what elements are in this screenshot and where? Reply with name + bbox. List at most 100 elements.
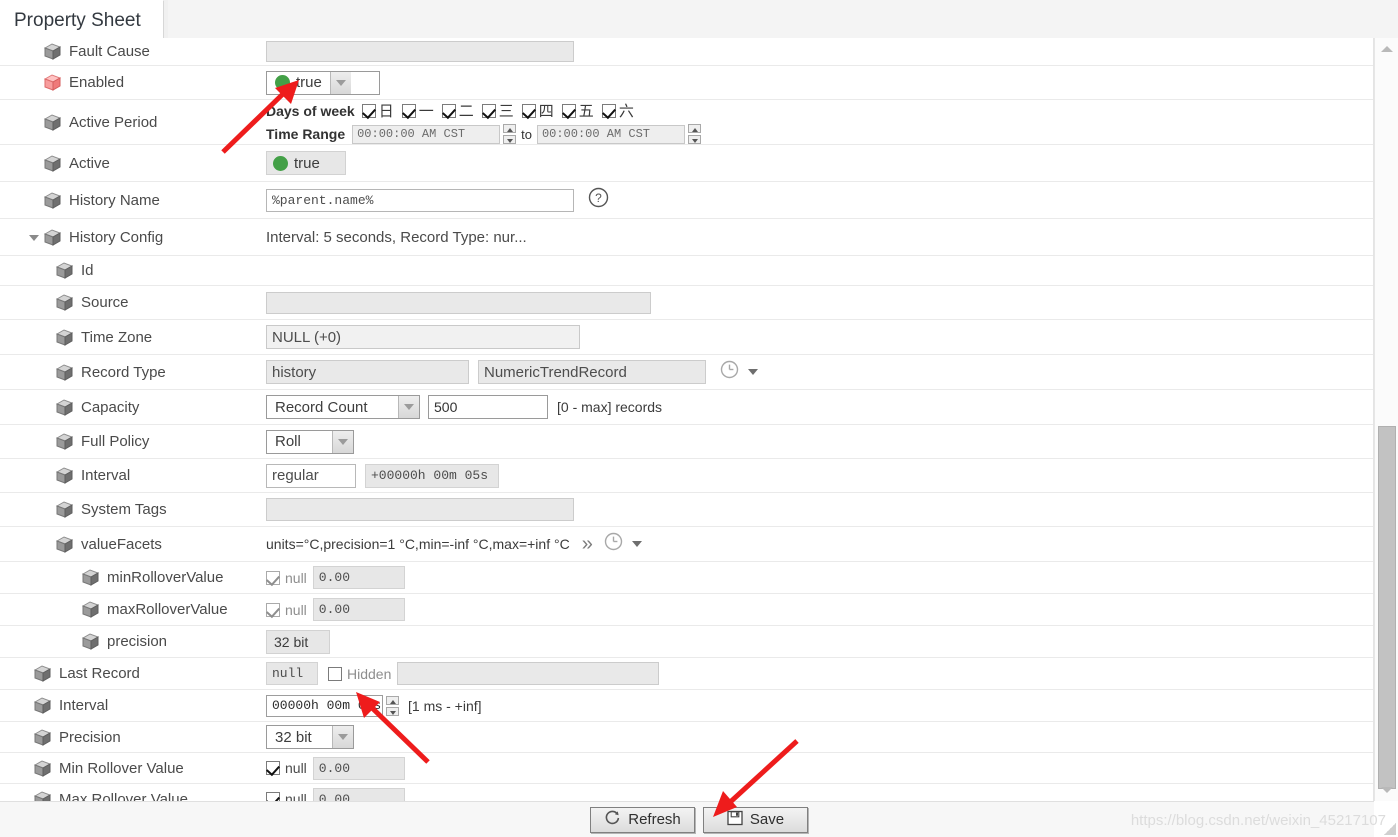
field-record-type-name[interactable]: NumericTrendRecord [478, 360, 706, 384]
label-interval-config: Interval [81, 467, 131, 484]
label-history-name: History Name [69, 191, 160, 209]
row-active: Active true [0, 145, 1373, 182]
property-cube-icon [82, 569, 99, 586]
field-active: true [266, 151, 346, 175]
property-cube-icon [56, 328, 73, 346]
field-min-rollover-text: 0.00 [318, 760, 351, 776]
day-label: 五 [578, 103, 594, 120]
day-checkbox-sun[interactable]: 日 [361, 100, 398, 121]
save-button[interactable]: Save [703, 806, 808, 833]
checkbox-icon[interactable] [481, 103, 496, 118]
checkbox-min-rollover-null[interactable] [266, 570, 280, 585]
combo-precision[interactable]: 32 bit [266, 725, 354, 749]
field-last-record-extra[interactable] [397, 662, 660, 685]
chevron-down-icon[interactable] [332, 726, 353, 748]
input-history-name[interactable]: %parent.name% [266, 188, 574, 212]
combo-capacity-mode-value: Record Count [275, 398, 368, 416]
row-max-rollover-value-config: maxRolloverValue null 0.00 [0, 594, 1373, 626]
tab-property-sheet[interactable]: Property Sheet [0, 0, 164, 40]
day-checkbox-fri[interactable]: 五 [561, 100, 598, 121]
input-capacity-count[interactable]: 500 [428, 395, 548, 419]
label-cell-full-policy: Full Policy [26, 433, 266, 450]
clock-icon[interactable] [720, 360, 739, 384]
question-circle-icon[interactable]: ? [588, 187, 609, 213]
label-active-period: Active Period [69, 113, 158, 131]
checkbox-icon[interactable] [361, 103, 376, 118]
scrollbar-thumb[interactable] [1378, 426, 1396, 789]
field-interval-mode[interactable]: regular [266, 463, 356, 488]
tab-strip: Property Sheet [0, 0, 1398, 40]
expander-collapse-icon[interactable] [26, 229, 42, 245]
field-fault-cause[interactable] [266, 41, 574, 62]
label-cell-max-rollover: Max Rollover Value [26, 791, 266, 801]
combo-full-policy[interactable]: Roll [266, 429, 354, 454]
day-checkbox-sat[interactable]: 六 [601, 100, 638, 121]
chevron-down-icon[interactable] [748, 369, 758, 375]
field-record-type-namespace[interactable]: history [266, 360, 469, 384]
day-label: 二 [458, 103, 474, 120]
combo-enabled[interactable]: true [266, 70, 380, 95]
time-range-to-stepper[interactable] [687, 124, 701, 144]
chevron-down-icon[interactable] [332, 430, 353, 453]
field-interval-config-value[interactable]: +00000h 00m 05s [365, 463, 499, 488]
label-cell-precision-config: precision [26, 633, 266, 650]
time-range-from-input[interactable]: 00:00:00 AM CST [352, 124, 501, 144]
label-cell-enabled: Enabled [26, 74, 266, 91]
active-period-editor: Days of week 日 一 二 三 四 五 六 Time Range 00… [266, 100, 701, 144]
row-history-config[interactable]: History Config Interval: 5 seconds, Reco… [0, 219, 1373, 256]
field-min-rollover-config-text: 0.00 [318, 570, 351, 585]
property-cube-icon [56, 501, 73, 518]
field-last-record-value[interactable]: null [266, 662, 318, 685]
day-checkbox-mon[interactable]: 一 [401, 100, 438, 121]
checkbox-max-rollover-null[interactable] [266, 602, 280, 617]
field-record-type-namespace-value: history [272, 363, 317, 381]
label-cell-active-period: Active Period [26, 114, 266, 131]
refresh-button[interactable]: Refresh [590, 806, 695, 833]
field-precision-config[interactable]: 32 bit [266, 629, 330, 654]
row-active-period: Active Period Days of week 日 一 二 三 四 五 六… [0, 100, 1373, 145]
input-interval[interactable]: 00000h 00m 05s [266, 694, 383, 717]
combo-enabled-value: true [296, 74, 322, 91]
checkbox-icon[interactable] [601, 103, 616, 118]
double-chevron-right-icon[interactable]: » [582, 534, 593, 554]
scroll-down-arrow-icon[interactable] [1379, 783, 1395, 797]
combo-capacity-mode[interactable]: Record Count [266, 395, 420, 419]
field-max-rollover-value[interactable]: 0.00 [312, 787, 405, 801]
clock-icon[interactable] [604, 532, 623, 556]
chevron-down-icon[interactable] [398, 396, 419, 418]
chevron-down-icon[interactable] [631, 541, 642, 547]
property-cube-icon [44, 113, 61, 131]
day-label: 日 [378, 103, 394, 120]
field-min-rollover-value[interactable]: 0.00 [312, 756, 405, 780]
property-sheet-body: Fault Cause Enabled true Active Period D… [0, 38, 1374, 801]
day-checkbox-thu[interactable]: 四 [521, 100, 558, 121]
field-max-rollover-config-value[interactable]: 0.00 [312, 598, 405, 621]
label-system-tags: System Tags [81, 501, 167, 518]
vertical-scrollbar[interactable] [1374, 38, 1398, 801]
checkbox-icon[interactable] [561, 103, 576, 118]
field-source[interactable] [266, 291, 651, 314]
day-checkbox-wed[interactable]: 三 [481, 100, 518, 121]
field-record-type-name-value: NumericTrendRecord [484, 363, 627, 381]
chevron-down-icon[interactable] [329, 71, 351, 94]
time-range-from-stepper[interactable] [503, 124, 517, 144]
checkbox-icon[interactable] [401, 103, 416, 118]
time-range-to-input[interactable]: 00:00:00 AM CST [536, 124, 685, 144]
field-time-zone[interactable]: NULL (+0) [266, 325, 580, 349]
checkbox-min-rollover-null[interactable] [266, 761, 280, 775]
field-min-rollover-config-value[interactable]: 0.00 [312, 566, 405, 589]
label-enabled: Enabled [69, 74, 125, 91]
label-cell-max-rollover-config: maxRolloverValue [26, 601, 266, 618]
property-cube-icon [44, 154, 61, 172]
day-checkbox-tue[interactable]: 二 [441, 100, 478, 121]
field-system-tags[interactable] [266, 498, 574, 521]
interval-stepper[interactable] [386, 695, 399, 716]
checkbox-max-rollover-null[interactable] [266, 792, 280, 801]
scroll-up-arrow-icon[interactable] [1379, 42, 1395, 56]
status-dot-icon [273, 155, 288, 171]
expander-placeholder [26, 75, 42, 91]
checkbox-icon[interactable] [521, 103, 536, 118]
resize-grip[interactable] [1384, 823, 1396, 835]
checkbox-last-record-hidden[interactable] [328, 666, 342, 681]
checkbox-icon[interactable] [441, 103, 456, 118]
